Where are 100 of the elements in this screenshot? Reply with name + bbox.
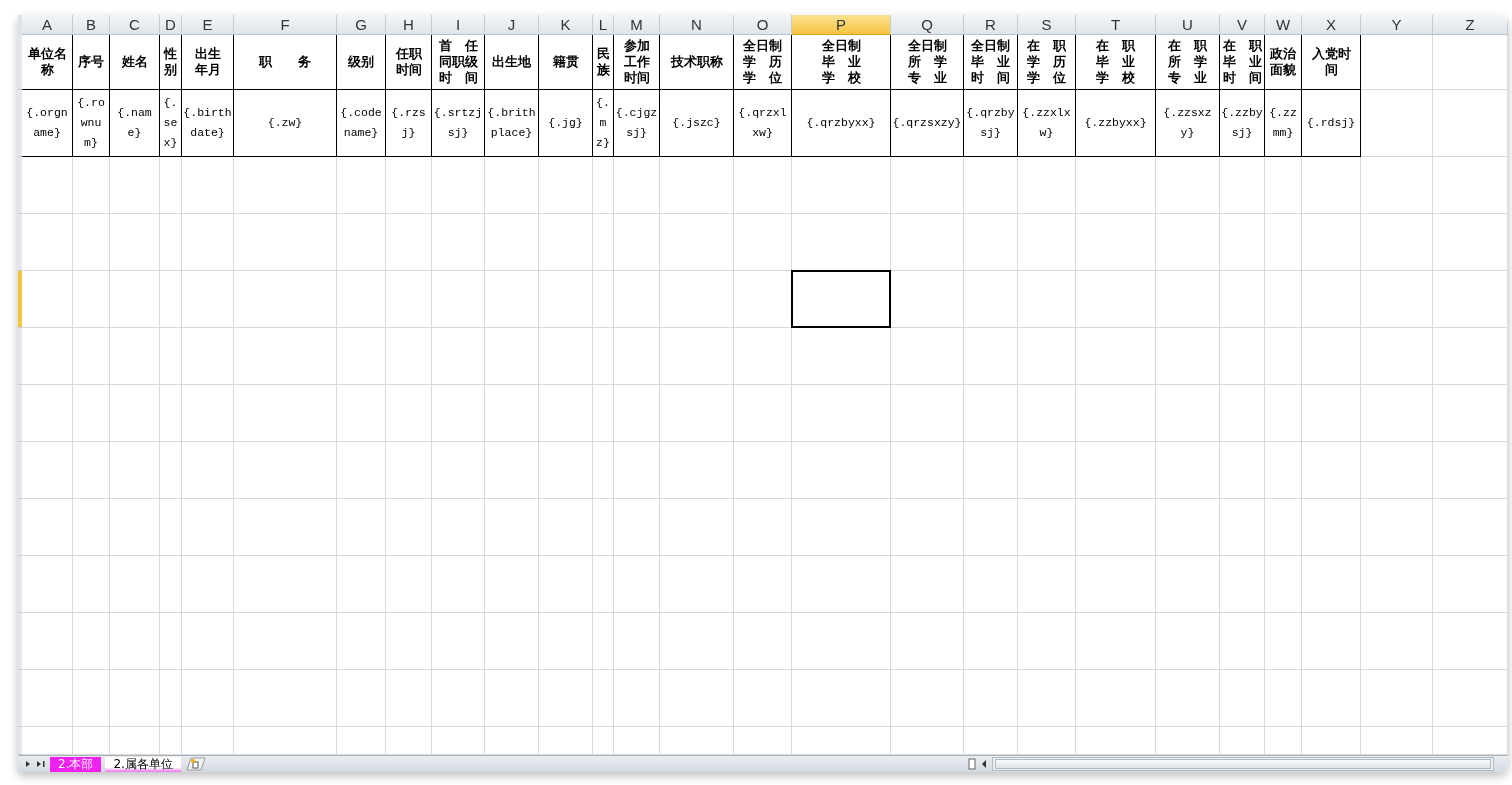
table-cell[interactable] xyxy=(337,385,386,442)
table-cell[interactable] xyxy=(73,271,110,328)
table-cell[interactable] xyxy=(891,385,964,442)
table-cell[interactable] xyxy=(1076,385,1156,442)
table-cell[interactable] xyxy=(964,385,1018,442)
table-cell[interactable] xyxy=(1433,499,1508,556)
table-cell[interactable] xyxy=(1433,670,1508,727)
table-cell[interactable] xyxy=(660,556,734,613)
column-header[interactable]: M xyxy=(614,15,660,35)
table-cell[interactable] xyxy=(891,442,964,499)
table-cell[interactable] xyxy=(1076,328,1156,385)
table-cell[interactable] xyxy=(386,499,432,556)
table-cell[interactable] xyxy=(432,613,485,670)
table-cell[interactable] xyxy=(22,613,73,670)
table-cell[interactable] xyxy=(1361,214,1433,271)
table-cell[interactable] xyxy=(1433,90,1508,157)
table-cell[interactable] xyxy=(1076,613,1156,670)
column-header[interactable]: V xyxy=(1220,15,1265,35)
column-header[interactable]: U xyxy=(1156,15,1220,35)
table-cell[interactable] xyxy=(110,157,160,214)
table-cell[interactable] xyxy=(792,157,891,214)
table-cell[interactable] xyxy=(22,271,73,328)
table-cell[interactable] xyxy=(1018,613,1076,670)
table-cell[interactable] xyxy=(891,214,964,271)
table-cell[interactable] xyxy=(593,271,614,328)
table-cell[interactable] xyxy=(432,328,485,385)
table-cell[interactable] xyxy=(386,157,432,214)
table-cell[interactable] xyxy=(964,556,1018,613)
table-cell[interactable] xyxy=(539,613,593,670)
table-cell[interactable] xyxy=(792,385,891,442)
table-cell[interactable] xyxy=(1361,328,1433,385)
table-cell[interactable] xyxy=(614,613,660,670)
table-cell[interactable] xyxy=(593,442,614,499)
table-cell[interactable] xyxy=(1220,556,1265,613)
column-header[interactable]: A xyxy=(22,15,73,35)
table-cell[interactable] xyxy=(734,214,792,271)
table-cell[interactable] xyxy=(234,442,337,499)
table-cell[interactable] xyxy=(485,385,539,442)
table-cell[interactable] xyxy=(1361,35,1433,90)
table-cell[interactable] xyxy=(182,442,234,499)
table-cell[interactable] xyxy=(614,328,660,385)
table-cell[interactable] xyxy=(1265,157,1302,214)
table-cell[interactable] xyxy=(614,499,660,556)
table-cell[interactable] xyxy=(234,385,337,442)
table-cell[interactable] xyxy=(792,670,891,727)
table-cell[interactable] xyxy=(160,670,182,727)
table-cell[interactable] xyxy=(1265,556,1302,613)
table-cell[interactable] xyxy=(22,385,73,442)
table-cell[interactable] xyxy=(182,214,234,271)
table-cell[interactable] xyxy=(337,442,386,499)
table-cell[interactable] xyxy=(614,271,660,328)
table-cell[interactable] xyxy=(660,385,734,442)
table-cell[interactable] xyxy=(485,442,539,499)
table-cell[interactable] xyxy=(1018,157,1076,214)
table-cell[interactable] xyxy=(891,271,964,328)
table-cell[interactable] xyxy=(1361,556,1433,613)
table-cell[interactable] xyxy=(432,214,485,271)
table-cell[interactable] xyxy=(660,499,734,556)
horizontal-scrollbar[interactable] xyxy=(992,757,1494,771)
table-cell[interactable] xyxy=(660,442,734,499)
table-cell[interactable] xyxy=(432,385,485,442)
table-cell[interactable] xyxy=(1156,328,1220,385)
table-cell[interactable] xyxy=(1361,385,1433,442)
table-cell[interactable] xyxy=(614,670,660,727)
table-cell[interactable] xyxy=(660,328,734,385)
table-cell[interactable] xyxy=(1433,271,1508,328)
table-cell[interactable] xyxy=(485,328,539,385)
table-cell[interactable] xyxy=(1302,328,1361,385)
table-cell[interactable] xyxy=(234,157,337,214)
table-cell[interactable] xyxy=(337,214,386,271)
table-cell[interactable] xyxy=(1018,328,1076,385)
column-header[interactable]: F xyxy=(234,15,337,35)
table-cell[interactable] xyxy=(110,214,160,271)
table-cell[interactable] xyxy=(593,157,614,214)
column-header[interactable]: B xyxy=(73,15,110,35)
column-header[interactable]: X xyxy=(1302,15,1361,35)
table-cell[interactable] xyxy=(182,499,234,556)
table-cell[interactable] xyxy=(234,271,337,328)
table-cell[interactable] xyxy=(22,670,73,727)
table-cell[interactable] xyxy=(1433,613,1508,670)
table-cell[interactable] xyxy=(539,442,593,499)
table-cell[interactable] xyxy=(234,613,337,670)
table-cell[interactable] xyxy=(182,556,234,613)
table-cell[interactable] xyxy=(1156,499,1220,556)
table-cell[interactable] xyxy=(160,328,182,385)
table-cell[interactable] xyxy=(593,670,614,727)
table-cell[interactable] xyxy=(234,328,337,385)
table-cell[interactable] xyxy=(432,556,485,613)
table-cell[interactable] xyxy=(386,214,432,271)
table-cell[interactable] xyxy=(792,442,891,499)
active-cell[interactable] xyxy=(791,270,891,328)
scroll-left-icon[interactable] xyxy=(980,759,988,769)
table-cell[interactable] xyxy=(891,613,964,670)
table-cell[interactable] xyxy=(1265,214,1302,271)
table-cell[interactable] xyxy=(160,385,182,442)
table-cell[interactable] xyxy=(1265,442,1302,499)
table-cell[interactable] xyxy=(110,385,160,442)
table-cell[interactable] xyxy=(485,499,539,556)
table-cell[interactable] xyxy=(110,328,160,385)
table-cell[interactable] xyxy=(182,271,234,328)
